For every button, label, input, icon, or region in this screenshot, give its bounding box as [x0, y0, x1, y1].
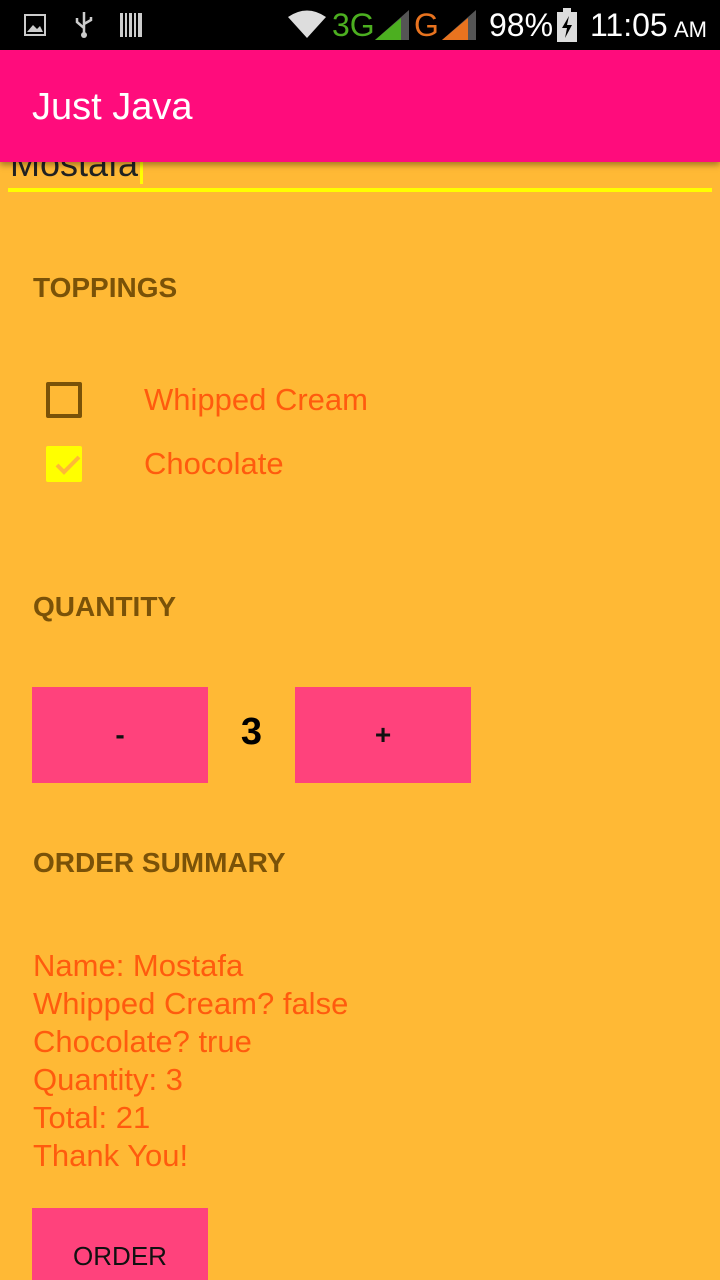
wifi-icon	[288, 10, 326, 42]
signal-icon	[442, 10, 476, 44]
whipped-cream-label[interactable]: Whipped Cream	[144, 380, 368, 420]
image-icon	[24, 14, 46, 40]
barcode-icon	[120, 13, 142, 41]
network-type-3g: 3G	[332, 7, 375, 43]
summary-line-total: Total: 21	[33, 1100, 151, 1135]
decrement-button[interactable]: -	[32, 687, 208, 783]
chocolate-checkbox[interactable]	[46, 446, 82, 482]
whipped-cream-checkbox-row[interactable]: Whipped Cream	[46, 380, 546, 420]
order-button[interactable]: ORDER	[32, 1208, 208, 1280]
increment-button[interactable]: +	[295, 687, 471, 783]
checkmark-icon	[55, 455, 81, 475]
summary-line-quantity: Quantity: 3	[33, 1062, 183, 1097]
network-type-g: G	[414, 7, 439, 43]
status-bar: 3G G 98% 11:05 AM	[0, 0, 720, 50]
app-title: Just Java	[32, 86, 193, 128]
order-summary-header: ORDER SUMMARY	[33, 847, 286, 878]
app-bar: Just Java	[0, 50, 720, 162]
clock-time: 11:05	[590, 7, 668, 43]
chocolate-label[interactable]: Chocolate	[144, 444, 284, 484]
order-summary-text: Name: Mostafa Whipped Cream? false Choco…	[33, 947, 633, 1175]
usb-icon	[74, 12, 94, 42]
toppings-header: TOPPINGS	[33, 272, 178, 303]
summary-line-thanks: Thank You!	[33, 1138, 189, 1173]
signal-icon	[375, 10, 409, 44]
battery-icon	[556, 8, 578, 46]
summary-line-name: Name: Mostafa	[33, 948, 244, 983]
whipped-cream-checkbox[interactable]	[46, 382, 82, 418]
quantity-header: QUANTITY	[33, 591, 177, 622]
chocolate-checkbox-row[interactable]: Chocolate	[46, 444, 546, 484]
quantity-value: 3	[240, 711, 263, 753]
summary-line-whipped-cream: Whipped Cream? false	[33, 986, 349, 1021]
clock-ampm: AM	[674, 17, 707, 42]
battery-percent: 98%	[489, 7, 554, 43]
summary-line-chocolate: Chocolate? true	[33, 1024, 252, 1059]
